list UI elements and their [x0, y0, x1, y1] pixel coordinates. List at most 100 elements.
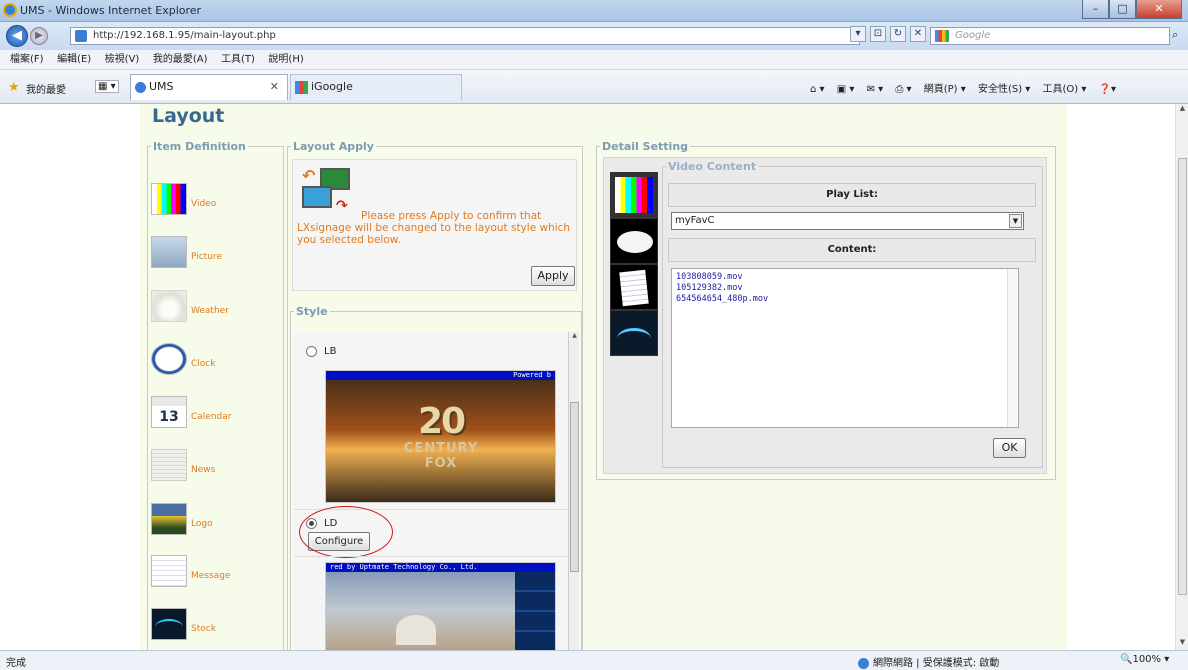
scroll-down-icon[interactable]: ▼ — [1176, 638, 1188, 650]
tab-igoogle[interactable]: iGoogle — [290, 74, 462, 100]
item-message[interactable]: Message — [151, 555, 281, 595]
style-list[interactable]: LB Powered b 20 CENTURY FOX LD Configure… — [294, 332, 579, 650]
page-title: Layout — [152, 105, 225, 127]
menu-edit[interactable]: 編輯(E) — [57, 50, 91, 70]
content-scrollbar[interactable] — [1007, 269, 1018, 427]
logo-icon — [151, 503, 187, 535]
scroll-thumb[interactable] — [1178, 158, 1187, 595]
status-bar: 完成 網際網路 | 受保護模式: 啟動 🔍100% ▾ — [0, 650, 1188, 670]
search-input[interactable]: Google — [930, 27, 1170, 45]
print-icon[interactable]: ⎙ ▾ — [895, 84, 911, 95]
playlist-value: myFavC — [675, 215, 715, 226]
highlight-annotation — [299, 506, 393, 558]
stock-icon — [151, 608, 187, 640]
item-label: Logo — [191, 519, 213, 529]
minimize-button[interactable]: – — [1082, 0, 1109, 19]
stock-icon[interactable] — [610, 310, 658, 356]
item-label: Message — [191, 571, 231, 581]
maximize-button[interactable]: □ — [1109, 0, 1136, 19]
chevron-down-icon[interactable]: ▼ — [1009, 214, 1022, 228]
ok-button[interactable]: OK — [993, 438, 1026, 458]
page-content: Layout Item Definition Video Picture Wea… — [0, 104, 1175, 650]
item-label: Calendar — [191, 412, 232, 422]
layout-page: Layout Item Definition Video Picture Wea… — [140, 104, 1067, 650]
menu-view[interactable]: 檢視(V) — [105, 50, 140, 70]
security-zone[interactable]: 網際網路 | 受保護模式: 啟動 — [858, 654, 999, 669]
item-weather[interactable]: Weather — [151, 290, 281, 330]
video-content-panel: Video Content Play List: myFavC ▼ Conten… — [662, 160, 1043, 468]
help-icon[interactable]: ❓▾ — [1099, 84, 1116, 95]
url-input[interactable]: http://192.168.1.95/main-layout.php — [70, 27, 860, 45]
detail-box: Video Content Play List: myFavC ▼ Conten… — [603, 157, 1047, 474]
menu-tools[interactable]: 工具(T) — [221, 50, 255, 70]
menu-file[interactable]: 檔案(F) — [10, 50, 44, 70]
globe-icon — [858, 657, 869, 669]
preview-banner: Powered b — [326, 371, 555, 380]
layout-apply-panel: Layout Apply ↶ ↷ Please press Apply to co… — [287, 140, 583, 650]
forward-button[interactable]: ▶ — [30, 27, 48, 45]
menu-tools-cmd[interactable]: 工具(O) ▾ — [1043, 84, 1087, 95]
scroll-up-icon[interactable]: ▲ — [1176, 104, 1188, 116]
menu-help[interactable]: 說明(H) — [268, 50, 303, 70]
close-button[interactable]: ✕ — [1136, 0, 1182, 19]
back-button[interactable]: ◀ — [6, 25, 28, 47]
item-label: News — [191, 465, 216, 475]
item-calendar[interactable]: 13 Calendar — [151, 396, 281, 436]
tab-close-icon[interactable]: ✕ — [270, 75, 279, 99]
item-clock[interactable]: Clock — [151, 343, 281, 383]
apply-button[interactable]: Apply — [531, 266, 575, 286]
radio-lb[interactable] — [306, 346, 317, 357]
playlist-select[interactable]: myFavC ▼ — [671, 212, 1024, 230]
dropdown-icon[interactable]: ▾ — [850, 26, 866, 42]
content-list[interactable]: 103808059.mov 105129382.mov 654564654_48… — [671, 268, 1019, 428]
feeds-icon[interactable]: ▣ ▾ — [837, 84, 855, 95]
video-icon[interactable] — [610, 172, 658, 218]
news-icon — [151, 449, 187, 481]
item-picture[interactable]: Picture — [151, 236, 281, 276]
item-stock[interactable]: Stock — [151, 608, 281, 648]
stop-icon[interactable]: ✕ — [910, 26, 926, 42]
quick-tabs-icon[interactable]: ▦ ▾ — [95, 80, 119, 93]
scroll-up-icon[interactable]: ▲ — [569, 332, 579, 343]
page-icon — [75, 30, 87, 42]
weather-icon[interactable] — [610, 218, 658, 264]
refresh-icon[interactable]: ↻ — [890, 26, 906, 42]
content-item[interactable]: 105129382.mov — [676, 283, 1014, 294]
style-scrollbar[interactable]: ▲ — [568, 332, 579, 650]
home-icon[interactable]: ⌂ ▾ — [810, 84, 825, 95]
favorites-label[interactable]: 我的最愛 — [26, 81, 66, 96]
item-label: Picture — [191, 252, 222, 262]
google-icon — [935, 30, 949, 42]
item-video[interactable]: Video — [151, 183, 281, 223]
option-lb-label: LB — [324, 346, 337, 357]
weather-sidebar — [515, 572, 555, 650]
scroll-thumb[interactable] — [570, 402, 579, 572]
favorites-star-icon[interactable]: ★ — [8, 80, 20, 95]
ie-page-icon — [135, 82, 146, 93]
apply-message: Please press Apply to confirm that LXsig… — [297, 210, 571, 246]
page-scrollbar[interactable]: ▲ ▼ — [1175, 104, 1188, 650]
message-icon[interactable] — [610, 264, 658, 310]
url-tools: ▾ ⊡ ↻ ✕ — [850, 26, 930, 46]
compat-view-icon[interactable]: ⊡ — [870, 26, 886, 42]
content-item[interactable]: 103808059.mov — [676, 272, 1014, 283]
menu-page[interactable]: 網頁(P) ▾ — [924, 84, 966, 95]
tab-ums[interactable]: UMS ✕ — [130, 74, 288, 100]
item-logo[interactable]: Logo — [151, 503, 281, 543]
divider — [294, 556, 579, 557]
video-content-legend: Video Content — [668, 160, 757, 173]
menu-safety[interactable]: 安全性(S) ▾ — [978, 84, 1030, 95]
window-title: UMS - Windows Internet Explorer — [20, 4, 202, 17]
apply-box: ↶ ↷ Please press Apply to confirm that LX… — [292, 159, 577, 291]
zoom-level[interactable]: 🔍100% ▾ — [1120, 654, 1169, 665]
mail-icon[interactable]: ✉ ▾ — [867, 84, 884, 95]
menu-favorites[interactable]: 我的最愛(A) — [153, 50, 208, 70]
item-label: Weather — [191, 306, 229, 316]
search-icon[interactable]: ⌕ — [1172, 28, 1178, 42]
item-news[interactable]: News — [151, 449, 281, 489]
favorites-bar: ★ 我的最愛 ▦ ▾ UMS ✕ iGoogle ⌂ ▾ ▣ ▾ ✉ ▾ ⎙ ▾ … — [0, 70, 1188, 104]
playlist-header: Play List: — [668, 183, 1036, 207]
detail-setting-legend: Detail Setting — [602, 140, 689, 153]
clock-icon — [151, 343, 187, 375]
content-item[interactable]: 654564654_480p.mov — [676, 294, 1014, 305]
